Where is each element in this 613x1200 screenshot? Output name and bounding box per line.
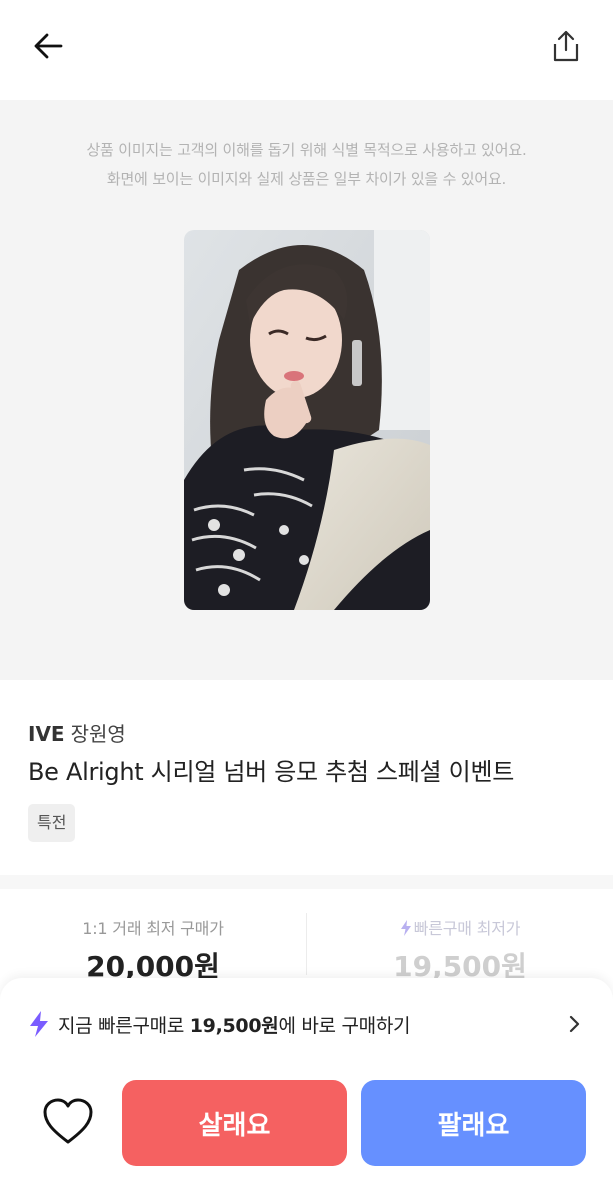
share-icon (553, 30, 579, 62)
buy-button[interactable]: 살래요 (122, 1080, 347, 1166)
back-button[interactable] (26, 26, 70, 66)
product-info: IVE 장원영 Be Alright 시리얼 넘버 응모 추첨 스페셜 이벤트 특… (0, 680, 613, 875)
sell-button[interactable]: 팔래요 (361, 1080, 586, 1166)
quick-buy-price: 19,500원 (189, 1014, 279, 1037)
bolt-icon (30, 1011, 48, 1037)
fast-price: 빠른구매 최저가 19,500원 (307, 915, 613, 985)
direct-price: 1:1 거래 최저 구매가 20,000원 (0, 915, 306, 985)
disclaimer-line-1: 상품 이미지는 고객의 이해를 돕기 위해 식별 목적으로 사용하고 있어요. (86, 141, 527, 159)
quick-buy-prefix: 지금 빠른구매로 (58, 1014, 190, 1037)
quick-buy-suffix: 에 바로 구매하기 (278, 1014, 411, 1037)
fast-price-label-text: 빠른구매 최저가 (413, 919, 521, 938)
quick-buy-text: 지금 빠른구매로 19,500원에 바로 구매하기 (58, 1011, 411, 1038)
bottom-action-sheet: 지금 빠른구매로 19,500원에 바로 구매하기 살래요 팔래요 (0, 978, 613, 1200)
group-name[interactable]: IVE (28, 722, 65, 746)
disclaimer-line-2: 화면에 보이는 이미지와 실제 상품은 일부 차이가 있을 수 있어요. (106, 170, 507, 188)
photocard-image (184, 230, 430, 610)
section-divider (0, 875, 613, 889)
product-photo[interactable] (184, 230, 430, 610)
top-bar (0, 0, 613, 100)
quick-buy-banner[interactable]: 지금 빠른구매로 19,500원에 바로 구매하기 (28, 1002, 588, 1046)
product-title: Be Alright 시리얼 넘버 응모 추첨 스페셜 이벤트 (28, 758, 515, 786)
fast-price-label: 빠른구매 최저가 (307, 915, 613, 939)
bolt-icon (400, 920, 411, 936)
artist-line: IVE 장원영 (28, 718, 126, 747)
heart-icon (43, 1098, 93, 1144)
arrow-left-icon (34, 33, 63, 59)
member-name[interactable]: 장원영 (71, 722, 126, 746)
direct-price-label: 1:1 거래 최저 구매가 (82, 919, 224, 938)
chevron-right-icon (569, 1015, 580, 1033)
product-image-area: 상품 이미지는 고객의 이해를 돕기 위해 식별 목적으로 사용하고 있어요. … (0, 100, 613, 680)
share-button[interactable] (544, 24, 588, 68)
tag-badge: 특전 (28, 804, 76, 842)
image-disclaimer: 상품 이미지는 고객의 이해를 돕기 위해 식별 목적으로 사용하고 있어요. … (0, 136, 613, 194)
wishlist-button[interactable] (40, 1094, 96, 1150)
